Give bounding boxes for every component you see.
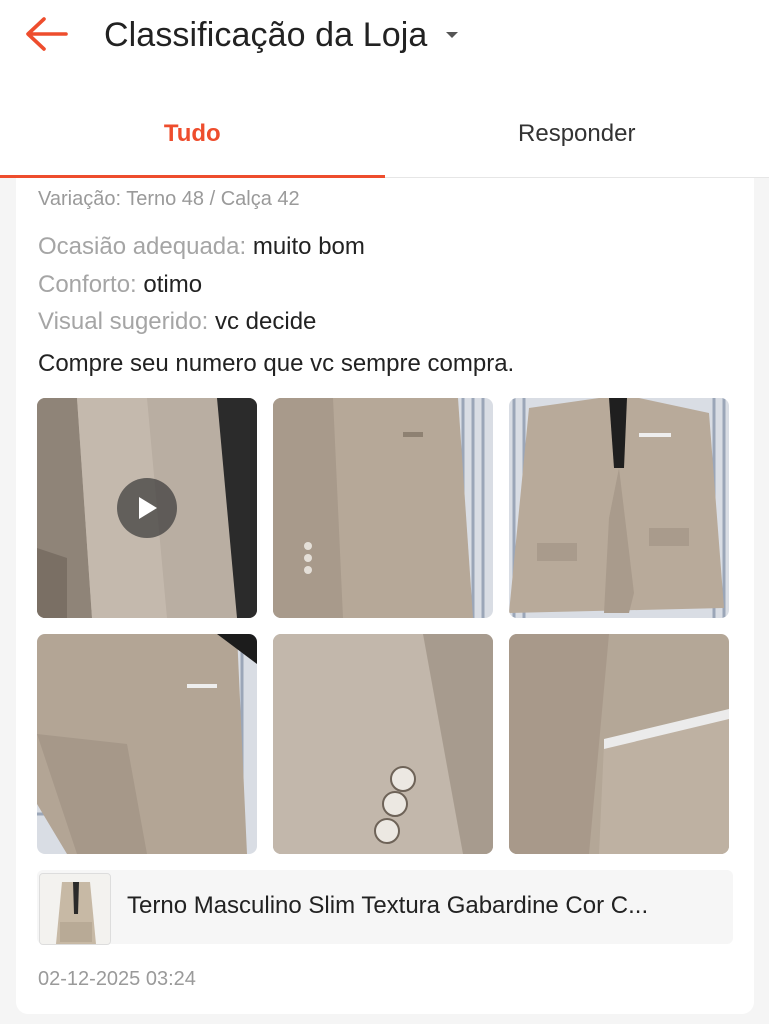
shop-rating-dropdown[interactable]: Classificação da Loja (104, 14, 459, 56)
attribute-occasion: Ocasião adequada: muito bom (38, 233, 365, 261)
tab-responder[interactable]: Responder (385, 90, 769, 177)
play-icon[interactable] (117, 478, 177, 538)
review-comment: Compre seu numero que vc sempre compra. (38, 350, 515, 377)
back-button[interactable] (22, 14, 70, 54)
attribute-comfort: Conforto: otimo (38, 271, 202, 299)
suit-photo (273, 398, 493, 618)
suit-photo (273, 634, 493, 854)
attribute-visual: Visual sugerido: vc decide (38, 308, 316, 336)
suit-photo (509, 398, 729, 618)
review-image[interactable] (37, 634, 257, 854)
page-title: Classificação da Loja (104, 15, 428, 54)
product-name: Terno Masculino Slim Textura Gabardine C… (127, 892, 649, 919)
top-bar: Classificação da Loja (0, 0, 769, 90)
tab-tudo[interactable]: Tudo (0, 90, 385, 178)
review-image[interactable] (273, 634, 493, 854)
review-card: Variação: Terno 48 / Calça 42 Ocasião ad… (16, 178, 754, 1014)
attribute-value: otimo (143, 271, 203, 298)
filter-tabs: Tudo Responder (0, 90, 769, 178)
review-timestamp: 02-12-2025 03:24 (38, 968, 196, 990)
arrow-left-icon (26, 17, 68, 51)
variation-text: Variação: Terno 48 / Calça 42 (38, 188, 300, 210)
review-video[interactable] (37, 398, 257, 618)
caret-down-icon (445, 30, 459, 40)
attribute-key: Visual sugerido: (38, 308, 209, 335)
review-image[interactable] (509, 634, 729, 854)
attribute-value: muito bom (252, 233, 365, 260)
review-image[interactable] (509, 398, 729, 618)
attribute-key: Conforto: (38, 271, 137, 298)
attribute-key: Ocasião adequada: (38, 233, 247, 260)
suit-photo (509, 634, 729, 854)
suit-photo (37, 634, 257, 854)
product-link[interactable]: Terno Masculino Slim Textura Gabardine C… (37, 870, 733, 945)
review-image[interactable] (273, 398, 493, 618)
attribute-value: vc decide (215, 308, 317, 335)
product-thumbnail (39, 873, 111, 945)
